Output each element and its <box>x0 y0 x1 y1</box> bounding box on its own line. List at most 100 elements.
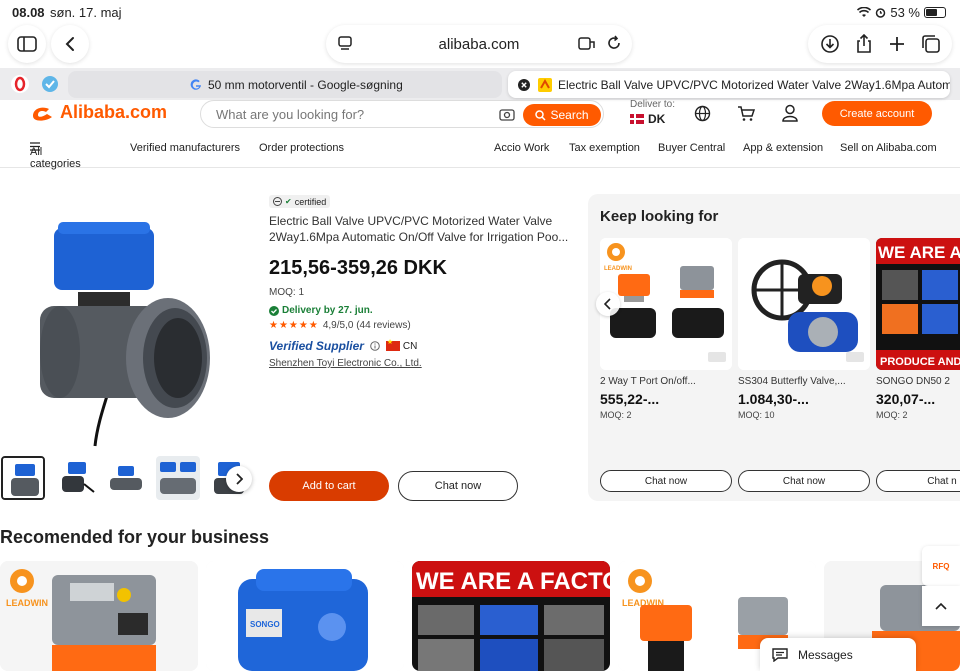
certified-label: certified <box>294 196 327 207</box>
delivery-text: Delivery by 27. jun. <box>282 305 373 316</box>
messages-label: Messages <box>798 647 853 662</box>
messages-button[interactable]: Messages <box>760 638 916 671</box>
alibaba-logo[interactable]: Alibaba.com <box>30 102 167 123</box>
leadwin-logo-icon <box>10 569 34 593</box>
logo-text: Alibaba.com <box>60 102 168 122</box>
product-title: Electric Ball Valve UPVC/PVC Motorized W… <box>269 214 569 244</box>
search-button-label: Search <box>550 108 589 122</box>
back-button[interactable] <box>51 25 89 63</box>
nav-app-extension[interactable]: App & extension <box>743 142 823 154</box>
sidebar-toggle-button[interactable] <box>8 25 46 63</box>
deliver-to-label: Deliver to: <box>630 99 676 110</box>
status-date: søn. 17. maj <box>50 5 122 20</box>
all-categories-menu[interactable]: All categories <box>30 142 81 170</box>
denmark-flag-icon <box>630 114 644 124</box>
chevron-left-icon <box>65 37 74 51</box>
info-icon <box>370 341 380 351</box>
product-rating[interactable]: ★★★★★ 4,9/5,0 (44 reviews) <box>269 320 411 331</box>
search-button[interactable]: Search <box>523 104 601 126</box>
nav-order-protections[interactable]: Order protections <box>259 142 344 154</box>
product-main-image[interactable] <box>20 208 240 448</box>
extension-icon[interactable] <box>40 74 60 94</box>
reload-icon[interactable] <box>606 35 622 51</box>
tab-google-search[interactable]: 50 mm motorventil - Google-søgning <box>68 71 502 98</box>
tabs-overview-icon[interactable] <box>921 34 941 54</box>
alibaba-favicon-icon <box>538 77 552 92</box>
camera-search-icon[interactable] <box>499 108 515 121</box>
keep-looking-price: 555,22-... <box>600 391 660 407</box>
translate-icon[interactable] <box>578 36 596 52</box>
keep-looking-chat-button[interactable]: Chat now <box>738 470 870 492</box>
product-thumbnail[interactable] <box>54 456 98 500</box>
tab-title: Electric Ball Valve UPVC/PVC Motorized W… <box>558 77 950 92</box>
address-bar[interactable]: alibaba.com <box>326 25 632 63</box>
search-icon <box>535 109 547 121</box>
nav-tax-exemption[interactable]: Tax exemption <box>569 142 640 154</box>
deliver-to-selector[interactable]: Deliver to: DK <box>630 100 675 126</box>
factory-banner-text: WE ARE A FA <box>878 243 960 262</box>
opera-icon[interactable] <box>10 74 30 94</box>
product-image[interactable] <box>738 238 870 370</box>
keep-looking-card[interactable]: WE ARE A FA PRODUCE AND SAL SONGO DN50 2… <box>876 238 960 492</box>
factory-banner-text: WE ARE A FACTORY <box>416 568 610 595</box>
brand-label: LEADWIN <box>6 598 48 608</box>
product-image[interactable]: WE ARE A FA PRODUCE AND SAL <box>876 238 960 370</box>
status-indicators: 53 % <box>857 5 946 20</box>
keep-looking-name: 2 Way T Port On/off... <box>600 376 696 387</box>
product-thumbnail[interactable] <box>156 456 200 500</box>
nav-buyer-central[interactable]: Buyer Central <box>658 142 725 154</box>
toolbar-actions <box>808 25 952 63</box>
keep-looking-prev-button[interactable] <box>596 292 620 316</box>
chevron-up-icon <box>935 602 947 610</box>
supplier-name-link[interactable]: Shenzhen Toyi Electronic Co., Ltd. <box>269 358 422 369</box>
user-icon[interactable] <box>782 104 798 122</box>
keep-looking-card[interactable]: SS304 Butterfly Valve,... 1.084,30-... M… <box>738 238 870 492</box>
chat-now-button[interactable]: Chat now <box>398 471 518 501</box>
alarm-icon <box>875 7 886 18</box>
nav-sell-on-alibaba[interactable]: Sell on Alibaba.com <box>840 142 937 154</box>
download-icon[interactable] <box>820 34 840 54</box>
recommended-card[interactable]: SONGO <box>206 561 404 671</box>
search-bar[interactable]: What are you looking for? Search <box>200 100 604 128</box>
keep-looking-card[interactable]: LEADWIN 2 Way T Port On/off... 555,22-..… <box>600 238 732 492</box>
recommended-card[interactable]: LEADWIN <box>0 561 198 671</box>
factory-banner-subtext: PRODUCE AND SAL <box>880 356 960 368</box>
cart-icon[interactable] <box>737 105 755 122</box>
new-tab-icon[interactable] <box>888 35 906 53</box>
leaf-icon: ✔ <box>285 197 292 206</box>
nav-accio-work[interactable]: Accio Work <box>494 142 549 154</box>
tab-title: 50 mm motorventil - Google-søgning <box>208 77 403 92</box>
all-categories-label: All categories <box>30 146 81 170</box>
scroll-top-button[interactable] <box>922 586 960 626</box>
keep-looking-panel: Keep looking for LEADWIN 2 Way T Port On… <box>588 194 960 501</box>
chevron-right-icon <box>236 473 243 485</box>
product-thumbnail[interactable] <box>1 456 45 500</box>
share-icon[interactable] <box>855 34 873 54</box>
category-nav: All categories Verified manufacturers Or… <box>0 138 960 170</box>
leadwin-logo-icon <box>628 569 652 593</box>
nav-verified-manufacturers[interactable]: Verified manufacturers <box>130 142 240 154</box>
brand-label: SONGO <box>250 620 280 629</box>
create-account-button[interactable]: Create account <box>822 101 932 126</box>
delivery-estimate: Delivery by 27. jun. <box>269 305 373 316</box>
recommended-heading: Recomended for your business <box>0 527 270 547</box>
keep-looking-price: 1.084,30-... <box>738 391 809 407</box>
brand-label: LEADWIN <box>604 266 632 272</box>
battery-percent: 53 % <box>890 5 920 20</box>
add-to-cart-button[interactable]: Add to cart <box>269 471 389 501</box>
globe-icon[interactable] <box>694 105 711 122</box>
thumbnail-next-button[interactable] <box>226 466 252 492</box>
product-thumbnail[interactable] <box>104 456 148 500</box>
verified-supplier-badge[interactable]: Verified Supplier CN <box>269 338 417 353</box>
keep-looking-chat-button[interactable]: Chat n <box>876 470 960 492</box>
check-circle-icon <box>269 305 279 316</box>
verified-supplier-label: Verified Supplier <box>269 339 364 353</box>
rfq-button[interactable]: RFQ <box>922 546 960 586</box>
keep-looking-chat-button[interactable]: Chat now <box>600 470 732 492</box>
recommended-card[interactable]: WE ARE A FACTORY <box>412 561 610 671</box>
tab-alibaba[interactable]: Electric Ball Valve UPVC/PVC Motorized W… <box>508 71 950 98</box>
close-tab-icon[interactable] <box>518 78 530 91</box>
status-time: 08.08 <box>12 5 45 20</box>
sidebar-icon <box>17 36 37 52</box>
search-input[interactable]: What are you looking for? <box>216 107 364 122</box>
